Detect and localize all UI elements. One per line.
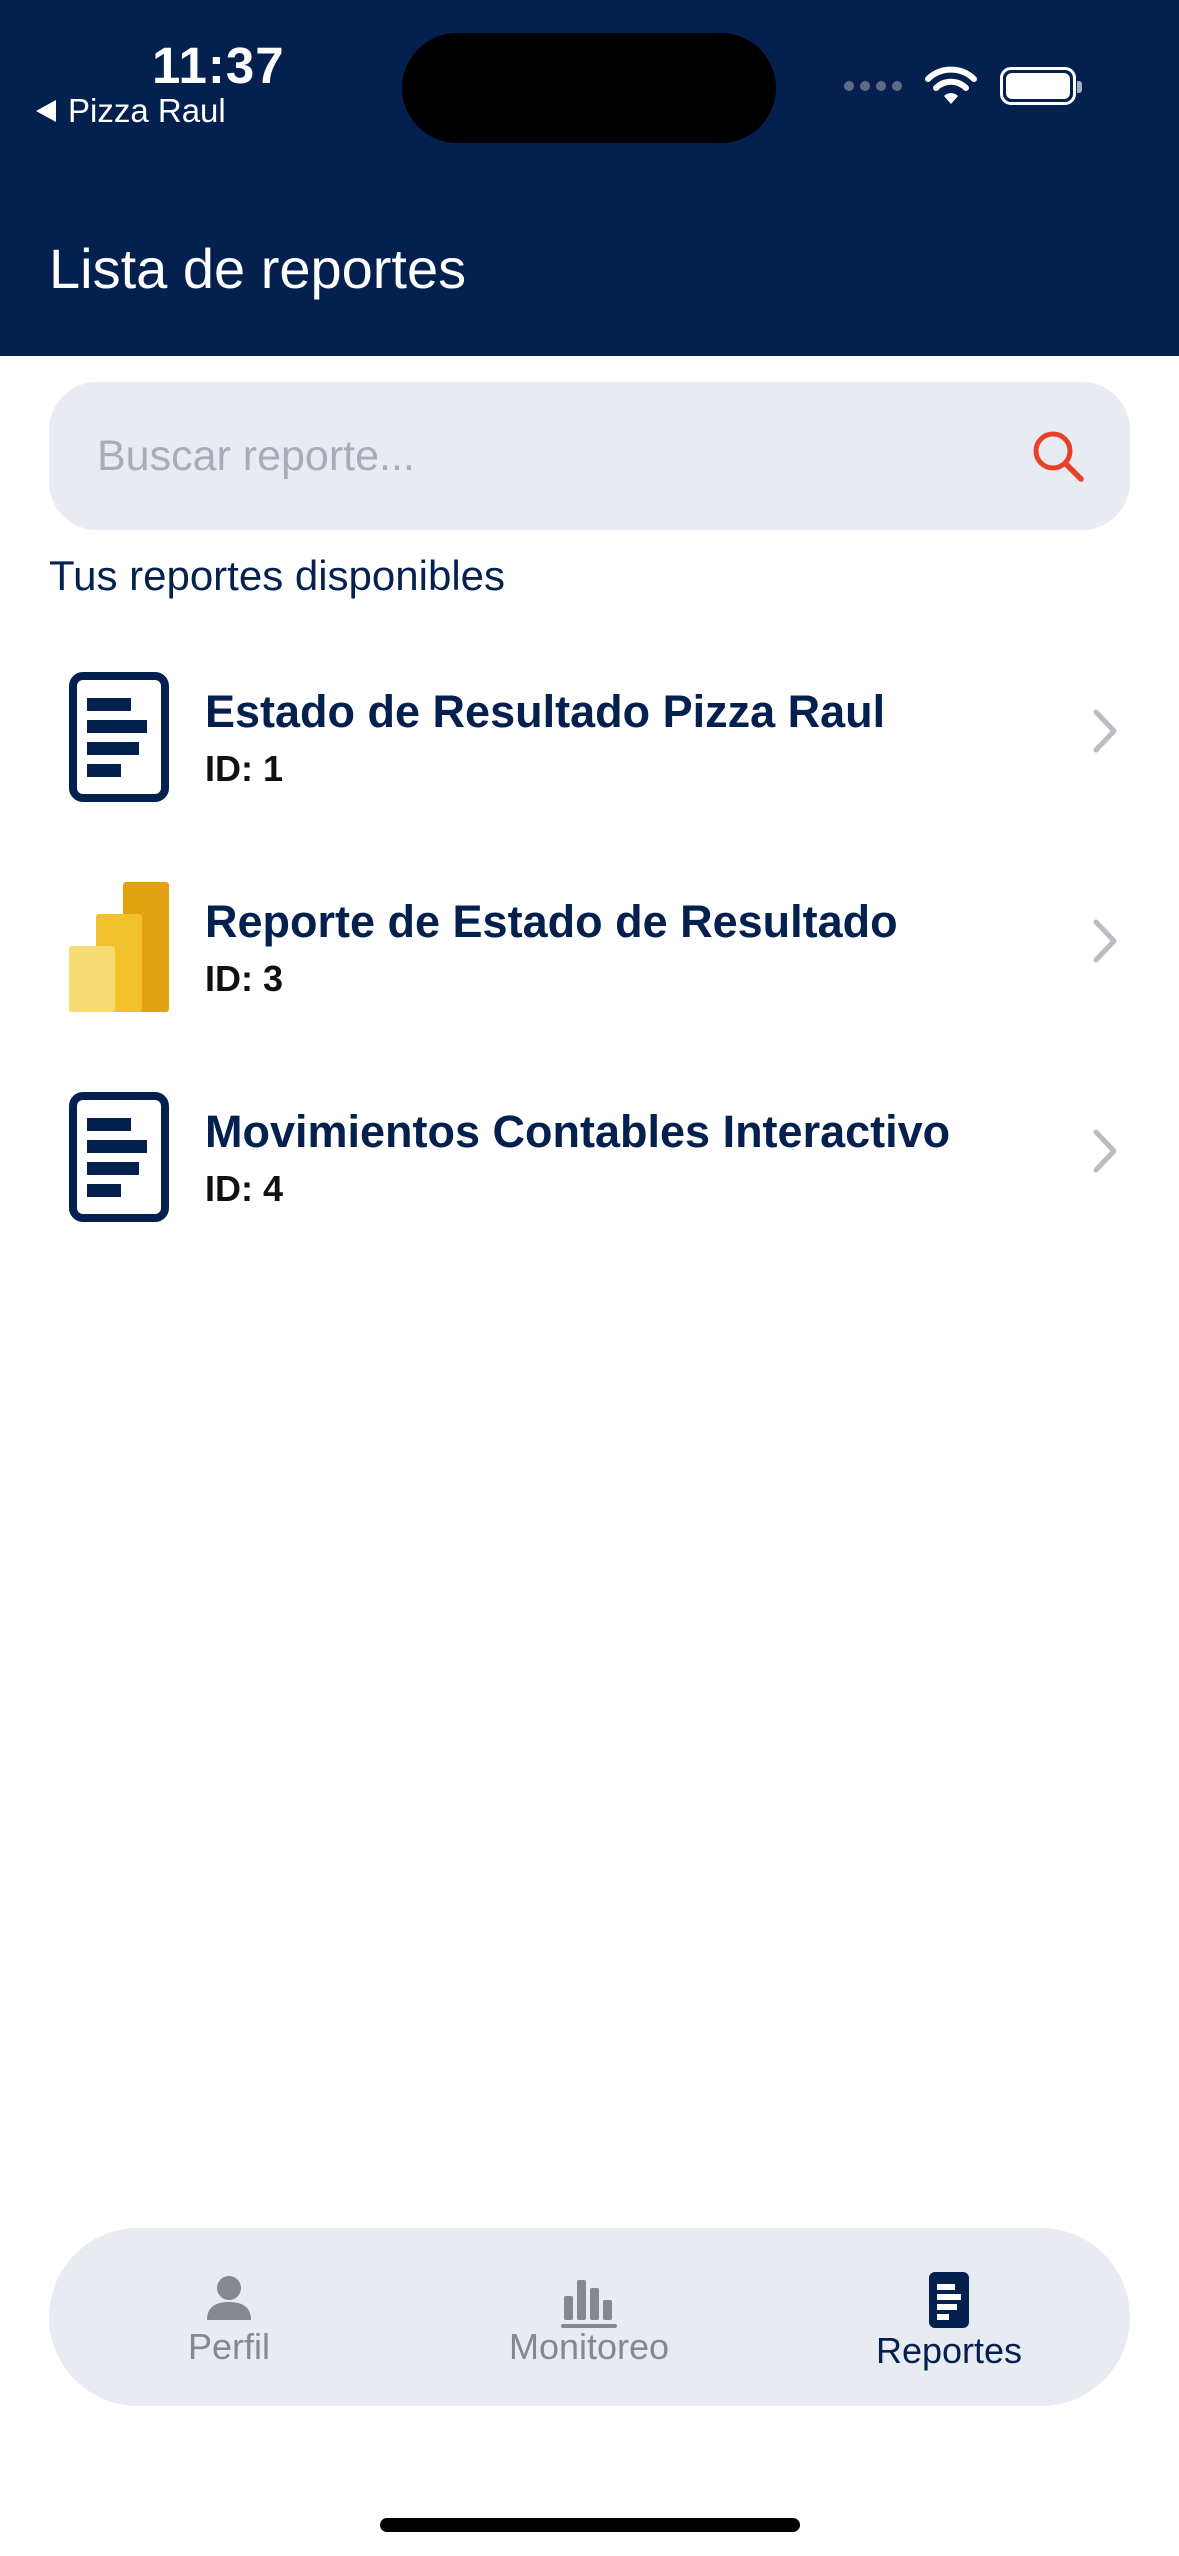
report-list-item[interactable]: Estado de Resultado Pizza Raul ID: 1	[49, 646, 1130, 826]
chevron-right-icon	[1093, 709, 1117, 753]
battery-icon	[1000, 67, 1082, 105]
tab-reportes[interactable]: Reportes	[799, 2228, 1099, 2406]
chevron-right-icon	[1093, 1129, 1117, 1173]
tab-label: Reportes	[875, 2330, 1023, 2371]
tab-bar: Perfil Monitoreo Reportes	[49, 2228, 1130, 2406]
bar-chart-icon	[561, 2280, 617, 2328]
wifi-icon	[925, 66, 977, 104]
back-app-label: Pizza Raul	[68, 92, 226, 129]
person-icon	[207, 2276, 251, 2320]
status-time: 11:37	[152, 37, 285, 94]
document-report-icon	[69, 1092, 169, 1222]
document-report-icon	[69, 672, 169, 802]
cellular-signal-icon	[844, 81, 902, 91]
report-list-item[interactable]: Movimientos Contables Interactivo ID: 4	[49, 1066, 1130, 1246]
home-indicator[interactable]	[380, 2518, 800, 2532]
report-icon	[929, 2272, 969, 2328]
header: 11:37 Pizza Raul Lista de reportes	[0, 0, 1179, 356]
dynamic-island	[402, 33, 776, 143]
report-title: Movimientos Contables Interactivo	[205, 1106, 951, 1157]
report-title: Estado de Resultado Pizza Raul	[205, 686, 886, 737]
report-list-item[interactable]: Reporte de Estado de Resultado ID: 3	[49, 856, 1130, 1036]
search-icon[interactable]	[1030, 428, 1086, 484]
tab-perfil[interactable]: Perfil	[79, 2228, 379, 2406]
page-title: Lista de reportes	[49, 237, 467, 300]
power-bi-icon	[69, 882, 169, 1012]
report-id: ID: 1	[205, 748, 284, 789]
chevron-right-icon	[1093, 919, 1117, 963]
tab-label: Monitoreo	[508, 2326, 670, 2367]
back-to-app-button[interactable]: Pizza Raul	[36, 92, 226, 130]
tab-monitoreo[interactable]: Monitoreo	[439, 2228, 739, 2406]
status-indicators	[844, 66, 1082, 106]
search-bar	[49, 382, 1130, 530]
section-subtitle: Tus reportes disponibles	[49, 552, 506, 599]
report-id: ID: 3	[205, 958, 284, 999]
report-id: ID: 4	[205, 1168, 284, 1209]
report-title: Reporte de Estado de Resultado	[205, 896, 898, 947]
back-arrow-icon	[36, 100, 56, 122]
tab-label: Perfil	[187, 2326, 271, 2367]
search-input[interactable]	[97, 382, 997, 530]
